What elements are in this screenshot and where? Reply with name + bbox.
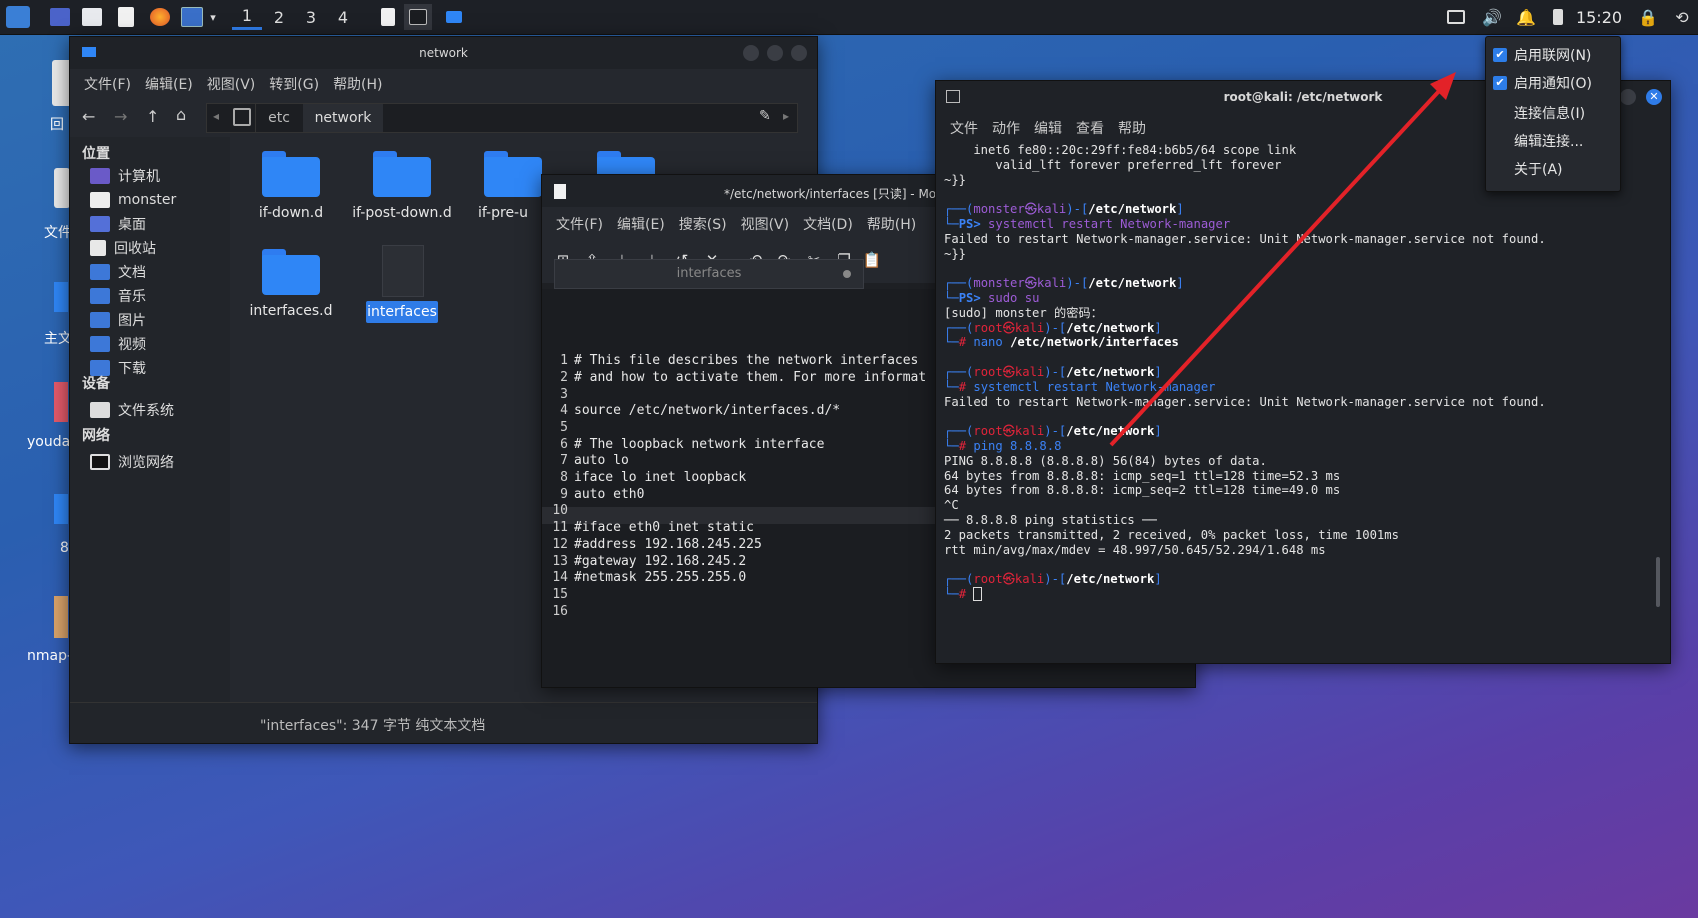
annotation-arrow	[1109, 72, 1456, 447]
arrow-shaft	[1109, 88, 1442, 447]
